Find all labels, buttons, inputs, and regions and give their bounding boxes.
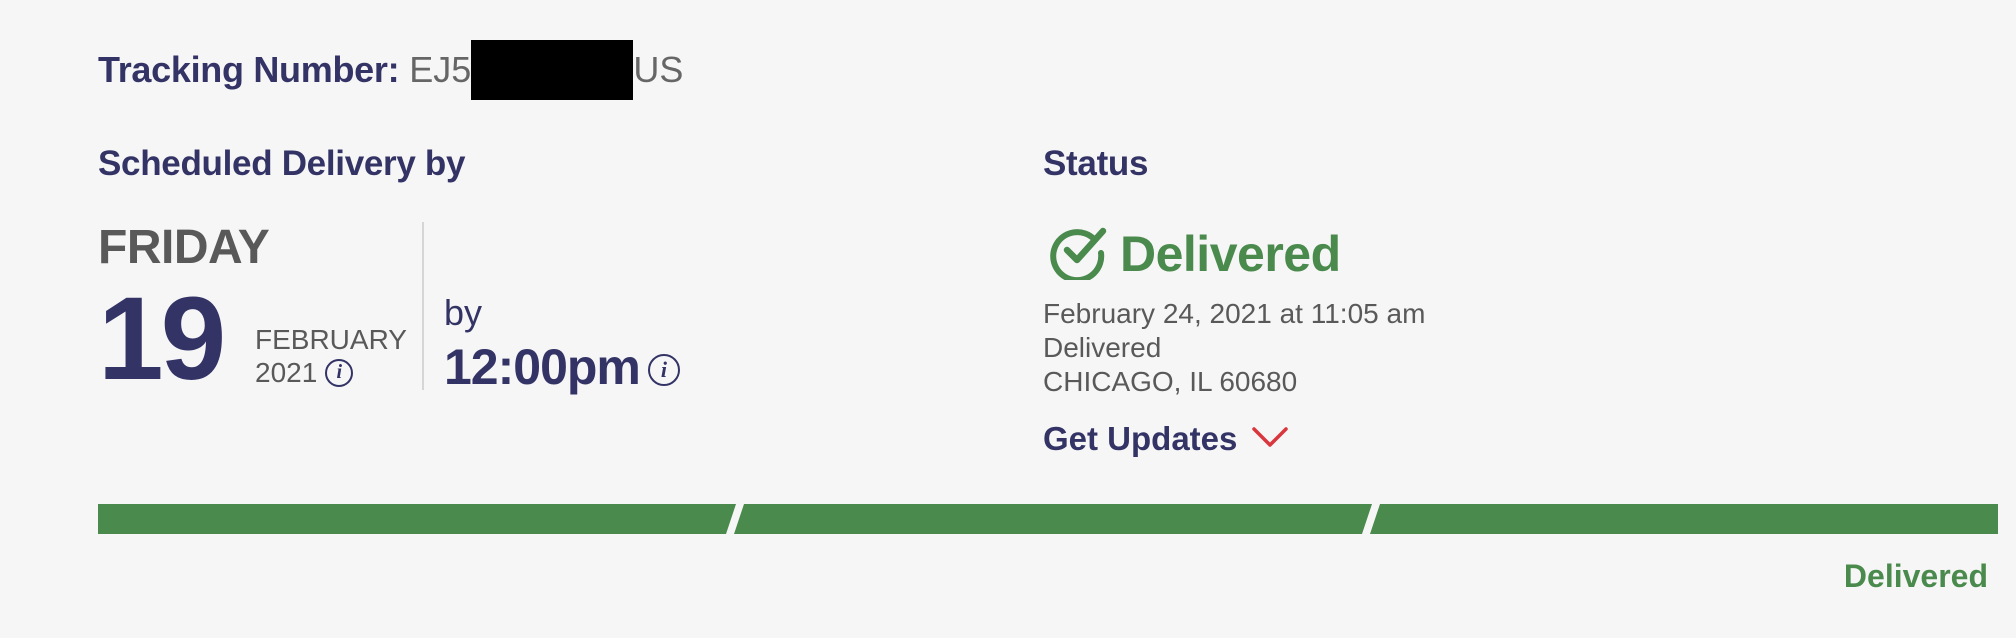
tracking-number-prefix: EJ5 (409, 49, 472, 90)
redaction-block (471, 40, 634, 100)
delivery-day-number: 19 (98, 273, 226, 405)
delivery-progress-bar (98, 504, 1998, 534)
status-location: CHICAGO, IL 60680 (1043, 366, 1298, 397)
tracking-number-value: EJ5 US (409, 40, 683, 100)
status-datetime: February 24, 2021 at 11:05 am (1043, 298, 1426, 329)
delivery-year: 2021 (255, 357, 318, 388)
delivery-time-row: 12:00pm i (444, 338, 680, 396)
status-indicator: Delivered (1050, 222, 1341, 285)
scheduled-delivery-heading: Scheduled Delivery by (98, 144, 466, 183)
tracking-number-suffix: US (633, 49, 684, 90)
info-icon[interactable]: i (325, 359, 354, 387)
progress-segment (1370, 504, 1998, 534)
progress-status-label: Delivered (1843, 558, 1988, 594)
date-time-divider (422, 222, 424, 390)
status-heading: Status (1043, 144, 1149, 183)
get-updates-label[interactable]: Get Updates (1043, 420, 1237, 458)
status-event: Delivered (1043, 332, 1162, 363)
delivery-month: FEBRUARY (255, 324, 407, 355)
progress-segment (98, 504, 736, 534)
delivery-by-label: by (444, 292, 483, 333)
chevron-down-icon[interactable] (1237, 425, 1289, 454)
delivery-time: 12:00pm (444, 339, 641, 395)
tracking-number-row: Tracking Number: EJ5 US (98, 40, 683, 100)
tracking-number-label: Tracking Number: (98, 49, 400, 90)
delivery-year-row: 2021 i (255, 357, 354, 389)
info-icon[interactable]: i (647, 354, 680, 386)
delivery-day-name: FRIDAY (98, 221, 270, 274)
check-circle-icon (1050, 222, 1108, 285)
status-text: Delivered (1120, 225, 1341, 282)
progress-segment (734, 504, 1372, 534)
get-updates-toggle[interactable]: Get Updates (1043, 420, 1289, 458)
